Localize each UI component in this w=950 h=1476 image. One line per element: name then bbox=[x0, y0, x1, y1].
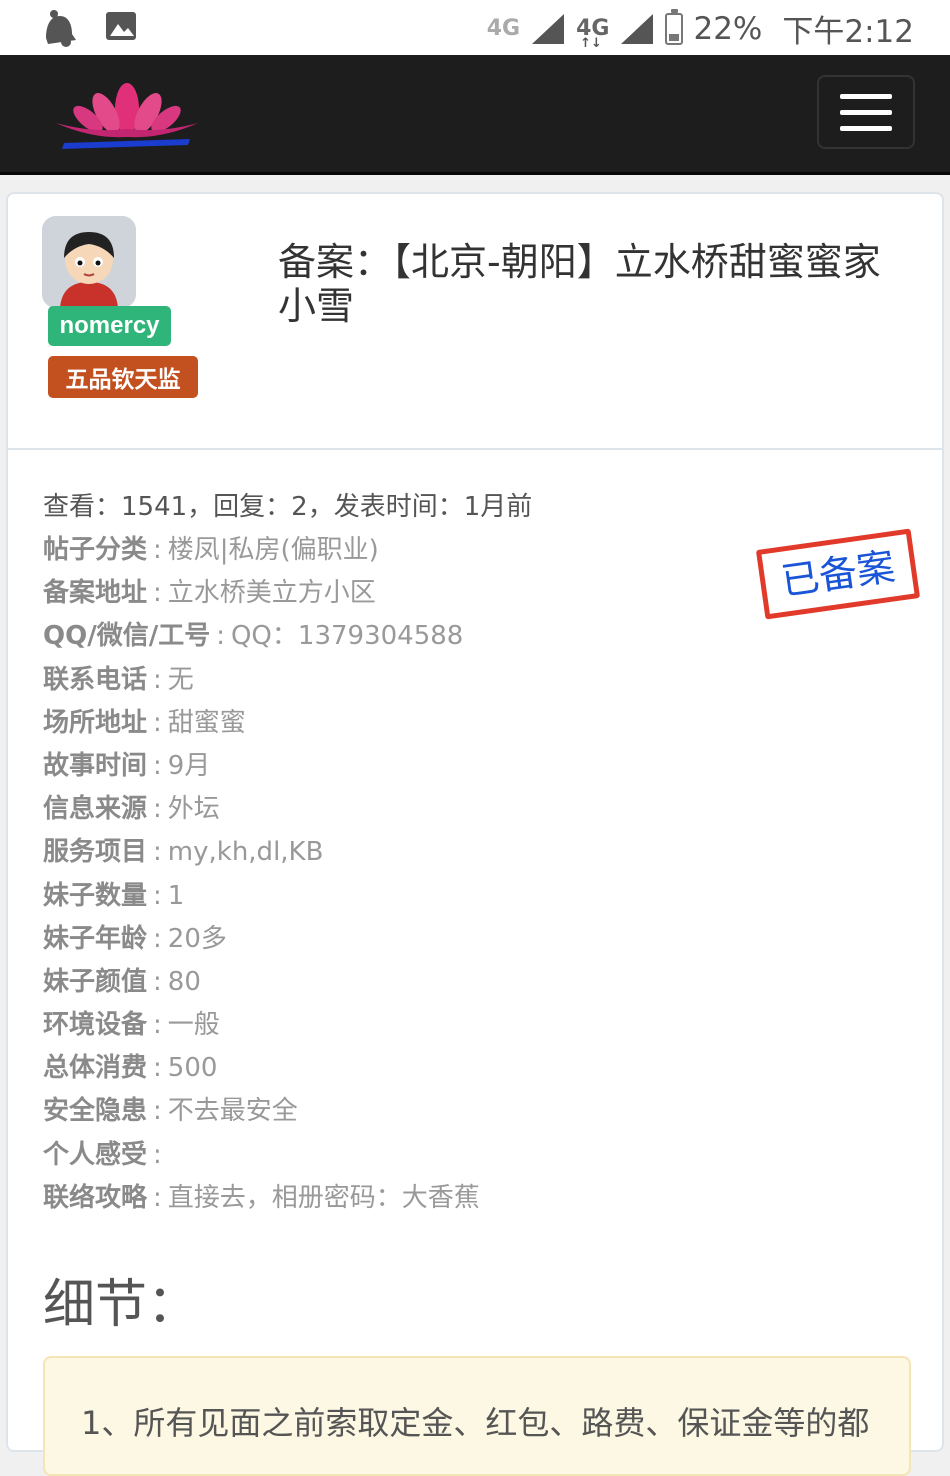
details-heading: 细节： bbox=[43, 1275, 200, 1335]
clock: 下午2:12 bbox=[782, 14, 914, 50]
field-row: 备案地址: 立水桥美立方小区 bbox=[43, 578, 376, 609]
field-row: 场所地址: 甜蜜蜜 bbox=[43, 707, 246, 738]
field-row: 妹子颜值:80 bbox=[43, 966, 201, 997]
post-card: nomercy 五品钦天监 备案：【北京-朝阳】立水桥甜蜜蜜家小雪 查看：154… bbox=[6, 192, 944, 1476]
navbar bbox=[0, 55, 950, 175]
field-row: 帖子分类: 楼凤|私房(偏职业) bbox=[43, 535, 379, 565]
field-row: 联系电话: 无 bbox=[43, 664, 194, 695]
field-row: 总体消费:500 bbox=[43, 1053, 218, 1084]
image-icon bbox=[106, 12, 136, 40]
field-row: QQ/微信/工号: QQ：1379304588 bbox=[43, 621, 464, 652]
field-row: 妹子数量:1 bbox=[43, 880, 185, 911]
hamburger-menu-icon[interactable] bbox=[817, 75, 915, 149]
bell-icon bbox=[46, 10, 76, 47]
notice-text: 1、所有见面之前索取定金、红包、路费、保证金等的都 bbox=[81, 1404, 870, 1442]
lotus-logo[interactable] bbox=[52, 67, 202, 157]
field-row: 服务项目: my,kh,dl,KB bbox=[43, 837, 324, 868]
field-row: 联络攻略: 直接去，相册密码：大香蕉 bbox=[43, 1182, 480, 1213]
filed-stamp: 已备案 bbox=[755, 528, 921, 620]
field-row: 妹子年龄:20多 bbox=[43, 923, 227, 954]
rank-badge: 五品钦天监 bbox=[48, 356, 198, 398]
avatar[interactable] bbox=[42, 216, 136, 308]
battery-icon bbox=[665, 8, 684, 45]
battery-percent: 22% bbox=[693, 10, 763, 47]
status-bar: 4G 4G ↑↓ 22% 下午2:12 bbox=[0, 0, 950, 55]
field-row: 信息来源: 外坛 bbox=[43, 794, 220, 825]
post-meta: 查看：1541，回复：2，发表时间：1月前 bbox=[43, 492, 533, 522]
post-title: 备案：【北京-朝阳】立水桥甜蜜蜜家小雪 bbox=[278, 240, 881, 328]
post-fields: 帖子分类: 楼凤|私房(偏职业) 备案地址: 立水桥美立方小区 QQ/微信/工号: Q… bbox=[43, 529, 480, 1220]
notice-box: 1、所有见面之前索取定金、红包、路费、保证金等的都 bbox=[43, 1356, 911, 1476]
network-type-1: 4G bbox=[486, 16, 521, 41]
post-header: nomercy 五品钦天监 备案：【北京-朝阳】立水桥甜蜜蜜家小雪 bbox=[8, 194, 942, 450]
signal-icon bbox=[532, 13, 565, 44]
field-row: 个人感受: bbox=[43, 1139, 162, 1170]
network-type-2: 4G ↑↓ bbox=[576, 16, 610, 51]
signal-icon-2 bbox=[621, 13, 654, 44]
username-badge[interactable]: nomercy bbox=[48, 306, 171, 346]
field-row: 环境设备: 一般 bbox=[43, 1010, 220, 1041]
field-row: 安全隐患: 不去最安全 bbox=[43, 1096, 298, 1127]
field-row: 故事时间:9月 bbox=[43, 750, 211, 781]
